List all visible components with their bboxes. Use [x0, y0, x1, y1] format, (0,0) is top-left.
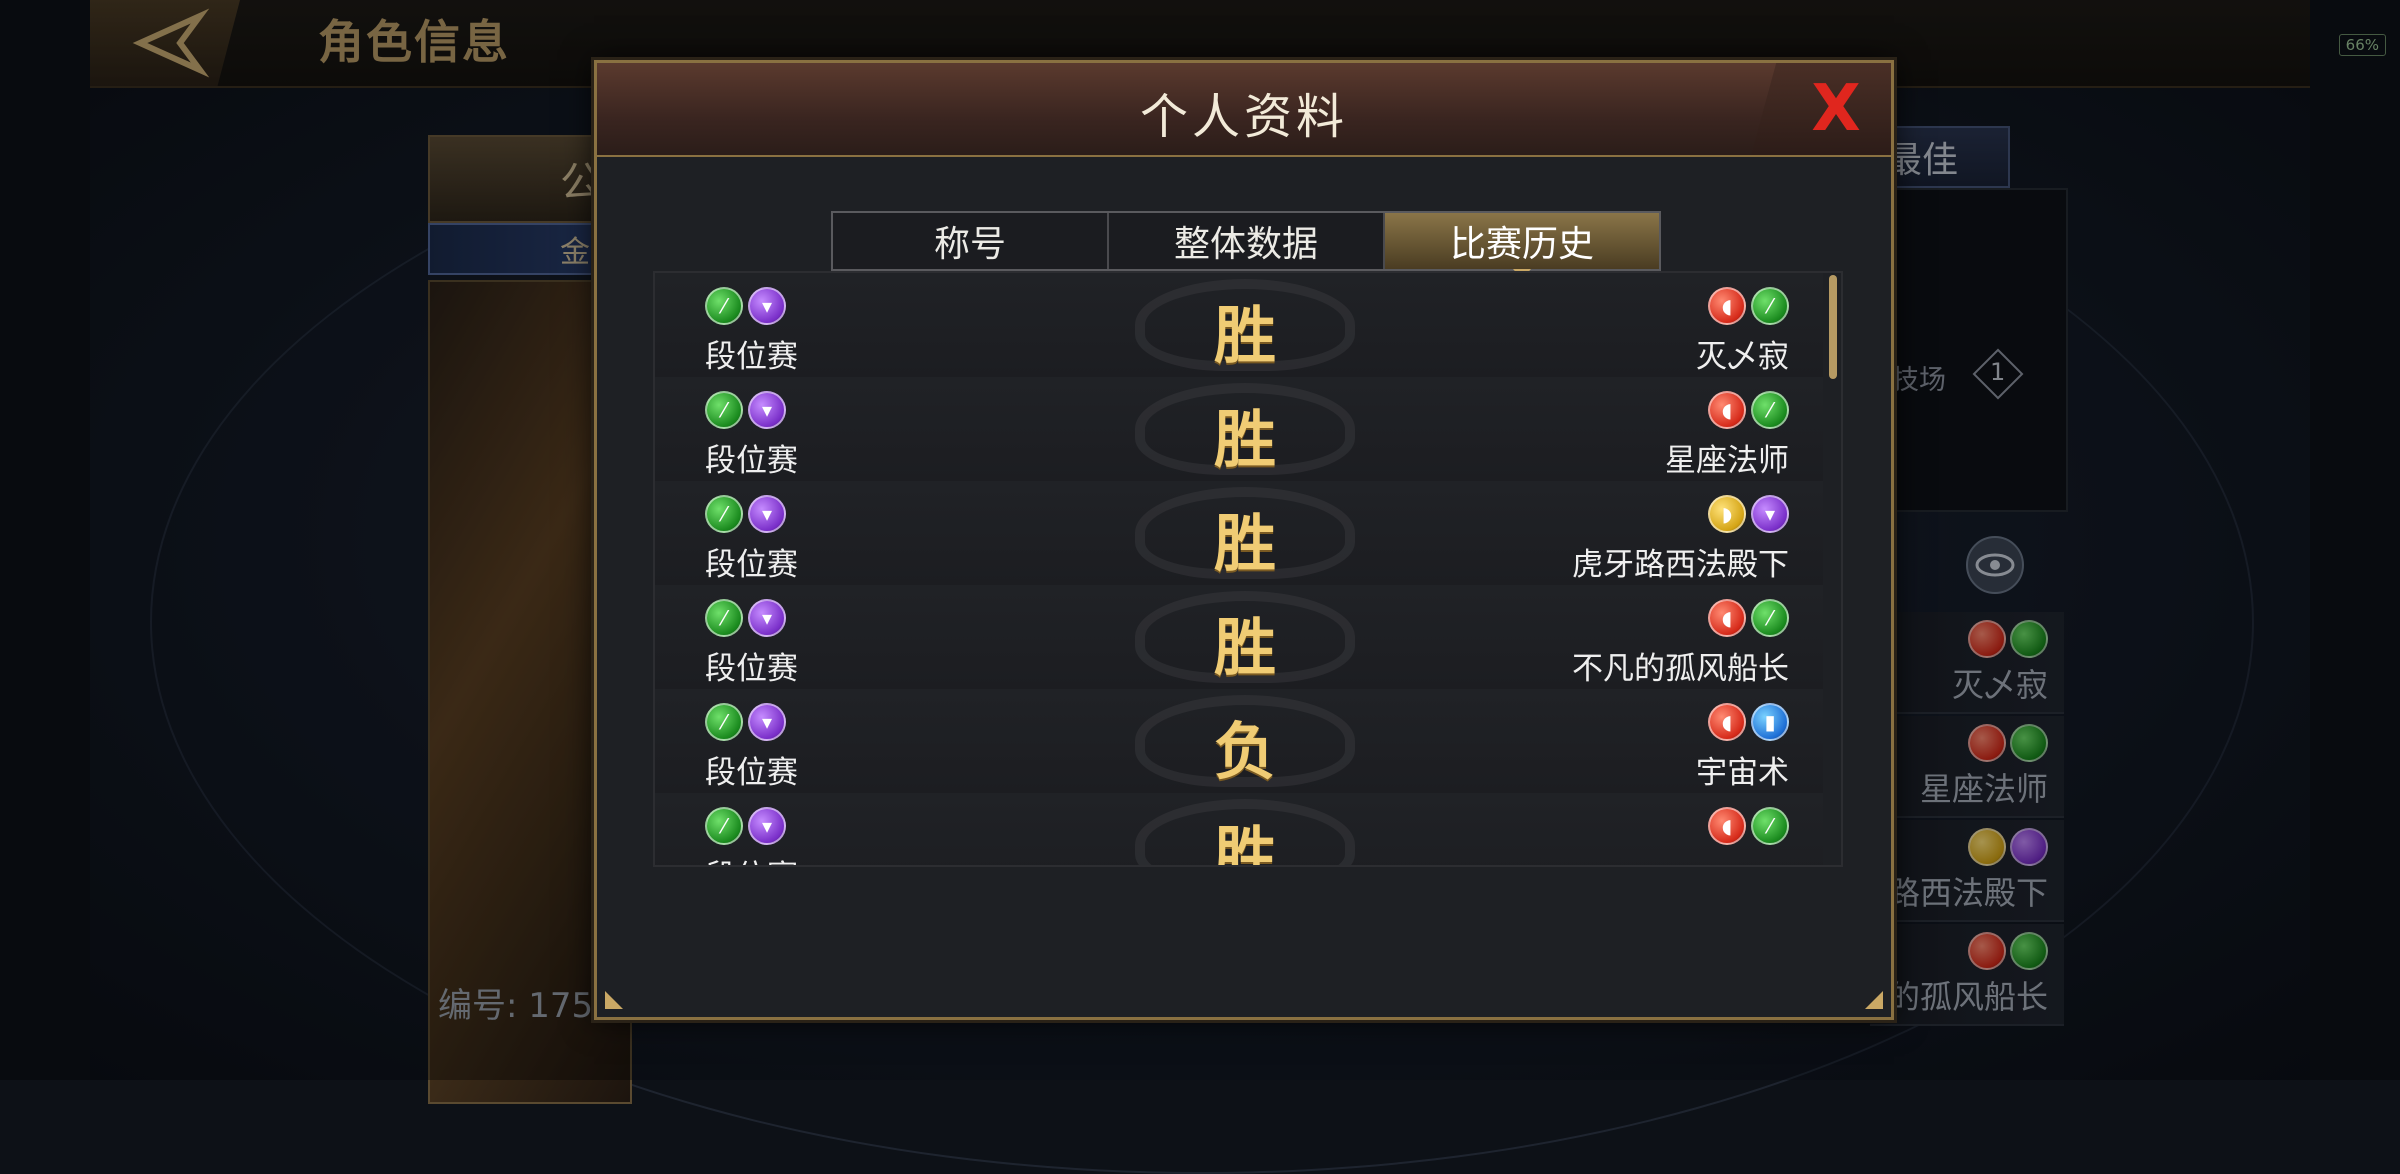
opponent-name: 宇宙术 — [1696, 755, 1789, 791]
green-class-icon: ⁄ — [1751, 287, 1789, 325]
green-class-icon: ⁄ — [705, 391, 743, 429]
modal-tabs: 称号 整体数据 比赛历史 — [831, 211, 1661, 279]
green-class-icon: ⁄ — [705, 807, 743, 845]
match-history-list[interactable]: ⁄ ▾ 段位赛 胜 ◖ ⁄ 灭乄寂 ⁄ ▾ 段位赛 胜 ◖ ⁄ 星座法师 ⁄ ▾ 段位赛 … — [653, 271, 1843, 867]
match-mode: 段位赛 — [705, 547, 798, 583]
green-class-icon: ⁄ — [1751, 391, 1789, 429]
red-class-icon: ◖ — [1708, 391, 1746, 429]
purple-class-icon: ▾ — [748, 599, 786, 637]
close-icon: X — [1811, 72, 1861, 146]
corner-ornament — [605, 991, 623, 1009]
match-mode: 段位赛 — [705, 755, 798, 791]
red-class-icon: ◖ — [1708, 287, 1746, 325]
opponent-name: 不凡的孤风船长 — [1572, 651, 1789, 687]
match-result: 胜 — [1213, 403, 1276, 476]
red-class-icon: ◖ — [1708, 807, 1746, 845]
purple-class-icon: ▾ — [748, 287, 786, 325]
tab-overall-data[interactable]: 整体数据 — [1109, 213, 1385, 269]
purple-class-icon: ▾ — [748, 703, 786, 741]
green-class-icon: ⁄ — [1751, 807, 1789, 845]
match-result: 胜 — [1213, 507, 1276, 580]
modal-header: 个人资料 X — [597, 63, 1891, 157]
tab-match-history[interactable]: 比赛历史 — [1385, 213, 1659, 279]
match-result: 胜 — [1213, 299, 1276, 372]
green-class-icon: ⁄ — [705, 495, 743, 533]
purple-class-icon: ▾ — [748, 495, 786, 533]
red-class-icon: ◖ — [1708, 703, 1746, 741]
match-mode: 段位赛 — [705, 339, 798, 375]
green-class-icon: ⁄ — [705, 287, 743, 325]
opponent-name: 虎牙路西法殿下 — [1572, 547, 1789, 583]
yellow-class-icon: ◗ — [1708, 495, 1746, 533]
tab-title[interactable]: 称号 — [833, 213, 1109, 269]
modal-title: 个人资料 — [1139, 89, 1348, 145]
purple-class-icon: ▾ — [748, 391, 786, 429]
match-row[interactable]: ⁄ ▾ 段位赛 胜 ◖ ⁄ 不凡的孤风船长 — [655, 585, 1823, 691]
match-result: 胜 — [1213, 611, 1276, 684]
match-result: 负 — [1213, 715, 1276, 788]
match-row[interactable]: ⁄ ▾ 段位赛 胜 ◖ ⁄ 星座法师 — [655, 377, 1823, 483]
list-scrollbar[interactable] — [1829, 275, 1837, 379]
match-mode: 段位赛 — [705, 651, 798, 687]
corner-ornament — [1865, 991, 1883, 1009]
blue-book-icon: ▮ — [1751, 703, 1789, 741]
purple-class-icon: ▾ — [748, 807, 786, 845]
match-row[interactable]: ⁄▾ 段位赛 胜 ◖⁄ — [655, 793, 1823, 867]
green-class-icon: ⁄ — [705, 599, 743, 637]
purple-class-icon: ▾ — [1751, 495, 1789, 533]
profile-modal: 个人资料 X 称号 整体数据 比赛历史 ⁄ ▾ 段位赛 胜 ◖ ⁄ 灭乄寂 ⁄ ▾ 段… — [594, 60, 1894, 1020]
match-result: 胜 — [1213, 819, 1276, 867]
match-row[interactable]: ⁄ ▾ 段位赛 胜 ◖ ⁄ 灭乄寂 — [655, 273, 1823, 379]
opponent-name: 灭乄寂 — [1696, 339, 1789, 375]
match-mode: 段位赛 — [705, 851, 798, 865]
red-class-icon: ◖ — [1708, 599, 1746, 637]
match-row[interactable]: ⁄ ▾ 段位赛 负 ◖ ▮ 宇宙术 — [655, 689, 1823, 795]
green-class-icon: ⁄ — [705, 703, 743, 741]
match-mode: 段位赛 — [705, 443, 798, 479]
green-class-icon: ⁄ — [1751, 599, 1789, 637]
match-row[interactable]: ⁄ ▾ 段位赛 胜 ◗ ▾ 虎牙路西法殿下 — [655, 481, 1823, 587]
opponent-name: 星座法师 — [1665, 443, 1789, 479]
